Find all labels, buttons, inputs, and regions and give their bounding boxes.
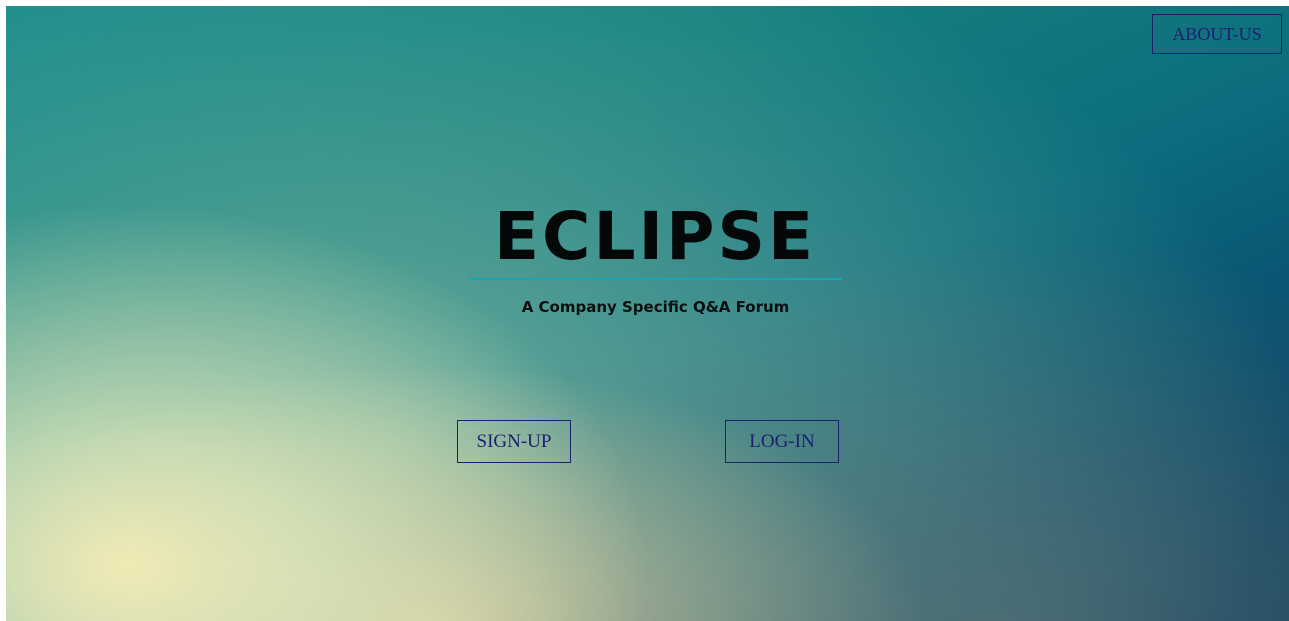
brand-tagline: A Company Specific Q&A Forum <box>521 298 790 316</box>
hero-section: ECLIPSE A Company Specific Q&A Forum SIG… <box>6 6 1289 621</box>
landing-page-background: ABOUT-US ECLIPSE A Company Specific Q&A … <box>6 6 1289 621</box>
log-in-button[interactable]: LOG-IN <box>725 420 839 463</box>
brand-title: ECLIPSE <box>493 198 817 275</box>
title-underline-divider <box>469 278 842 280</box>
sign-up-button[interactable]: SIGN-UP <box>457 420 571 463</box>
